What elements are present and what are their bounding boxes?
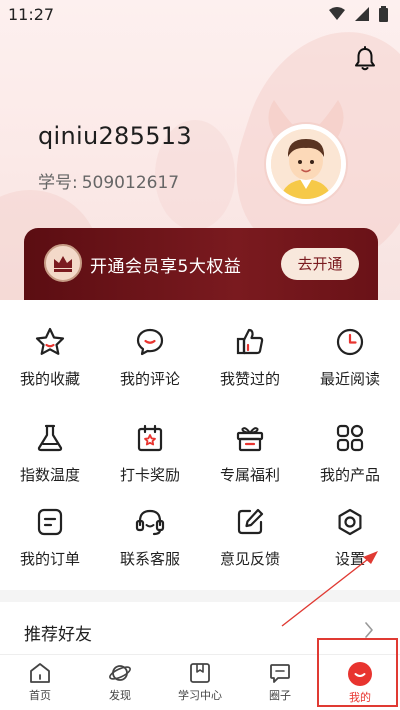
star-icon xyxy=(35,327,65,355)
menu-item-favorites[interactable]: 我的收藏 xyxy=(0,326,100,406)
menu-item-label: 我的订单 xyxy=(19,550,80,568)
menu-item-label: 指数温度 xyxy=(19,466,80,484)
vip-banner-text: 开通会员享5大权益 xyxy=(90,257,242,277)
menu-item-comments[interactable]: 我的评论 xyxy=(100,326,200,406)
menu-item-label: 我的收藏 xyxy=(19,370,80,388)
planet-icon xyxy=(109,665,131,681)
menu-item-label: 联系客服 xyxy=(119,550,180,568)
battery-icon xyxy=(379,6,388,22)
comment-icon xyxy=(136,328,164,356)
chat-icon xyxy=(270,664,290,683)
annotation-arrow-icon xyxy=(281,551,378,627)
avatar[interactable] xyxy=(254,100,358,208)
calendar-star-icon xyxy=(137,424,163,452)
menu-item-label: 打卡奖励 xyxy=(119,466,180,484)
status-time: 11:27 xyxy=(8,5,55,24)
thumbs-up-icon xyxy=(236,328,264,355)
menu-item-checkin-rewards[interactable]: 打卡奖励 xyxy=(100,422,200,502)
menu-item-label: 我的产品 xyxy=(319,466,380,484)
menu-item-customer-service[interactable]: 联系客服 xyxy=(100,506,200,586)
menu-item-label: 专属福利 xyxy=(219,466,280,484)
settings-icon xyxy=(338,508,362,536)
flask-icon xyxy=(37,424,63,452)
book-icon xyxy=(190,663,210,683)
tab-circle[interactable]: 圈子 xyxy=(240,655,320,710)
notification-bell-icon[interactable] xyxy=(353,46,377,72)
wifi-icon xyxy=(329,7,345,20)
tab-label: 圈子 xyxy=(269,689,291,702)
menu-item-recent-reading[interactable]: 最近阅读 xyxy=(300,326,400,406)
tab-label: 学习中心 xyxy=(178,689,222,702)
tab-home[interactable]: 首页 xyxy=(0,655,80,710)
menu-item-liked[interactable]: 我赞过的 xyxy=(200,326,300,406)
menu-item-label: 最近阅读 xyxy=(319,370,380,388)
recommend-friends-label: 推荐好友 xyxy=(24,625,92,645)
tab-learning-center[interactable]: 学习中心 xyxy=(160,655,240,710)
vip-banner[interactable]: 开通会员享5大权益 去开通 xyxy=(24,228,378,300)
headset-icon xyxy=(135,509,165,536)
tab-discover[interactable]: 发现 xyxy=(80,655,160,710)
signal-icon xyxy=(355,7,369,21)
avatar-image xyxy=(271,129,341,199)
order-icon xyxy=(37,508,63,536)
menu-item-my-orders[interactable]: 我的订单 xyxy=(0,506,100,586)
username: qiniu285513 xyxy=(38,122,192,150)
student-id-label: 学号: xyxy=(38,173,78,193)
activate-vip-button[interactable]: 去开通 xyxy=(281,248,359,280)
menu-item-exclusive-benefits[interactable]: 专属福利 xyxy=(200,422,300,502)
gift-icon xyxy=(236,427,264,452)
menu-item-label: 我的评论 xyxy=(119,370,180,388)
clock-icon xyxy=(336,328,364,356)
student-id: 学号: 509012617 xyxy=(38,168,179,193)
tab-label: 首页 xyxy=(29,689,51,702)
menu-item-label: 我赞过的 xyxy=(219,370,280,388)
home-icon xyxy=(30,663,50,683)
menu-item-my-products[interactable]: 我的产品 xyxy=(300,422,400,502)
student-id-value: 509012617 xyxy=(81,173,180,193)
annotation-highlight-box xyxy=(317,638,398,707)
menu-item-index-temperature[interactable]: 指数温度 xyxy=(0,422,100,502)
grid-icon xyxy=(336,424,364,452)
status-bar: 11:27 xyxy=(0,0,400,28)
tab-label: 发现 xyxy=(109,689,131,702)
crown-icon xyxy=(44,244,82,282)
edit-icon xyxy=(237,508,264,535)
